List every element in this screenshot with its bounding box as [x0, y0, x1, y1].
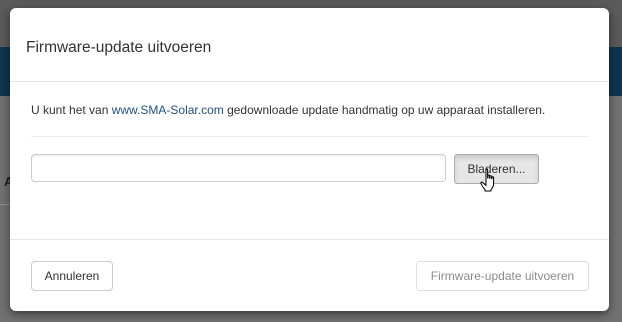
browse-button[interactable]: Bladeren...	[454, 154, 539, 184]
dialog-footer: Annuleren Firmware-update uitvoeren	[10, 239, 609, 311]
intro-text-before: U kunt het van	[31, 103, 112, 117]
intro-text-after: gedownloade update handmatig op uw appar…	[223, 103, 546, 117]
content-divider	[31, 136, 589, 137]
firmware-update-dialog: Firmware-update uitvoeren U kunt het van…	[10, 8, 609, 311]
intro-text: U kunt het van www.SMA-Solar.com gedownl…	[31, 103, 545, 117]
cancel-button[interactable]: Annuleren	[31, 261, 113, 291]
firmware-update-submit-button[interactable]: Firmware-update uitvoeren	[416, 261, 589, 291]
file-path-input[interactable]	[31, 154, 446, 182]
dialog-title: Firmware-update uitvoeren	[26, 39, 212, 56]
sma-solar-link[interactable]: www.SMA-Solar.com	[112, 103, 224, 117]
dialog-header: Firmware-update uitvoeren	[10, 8, 609, 82]
